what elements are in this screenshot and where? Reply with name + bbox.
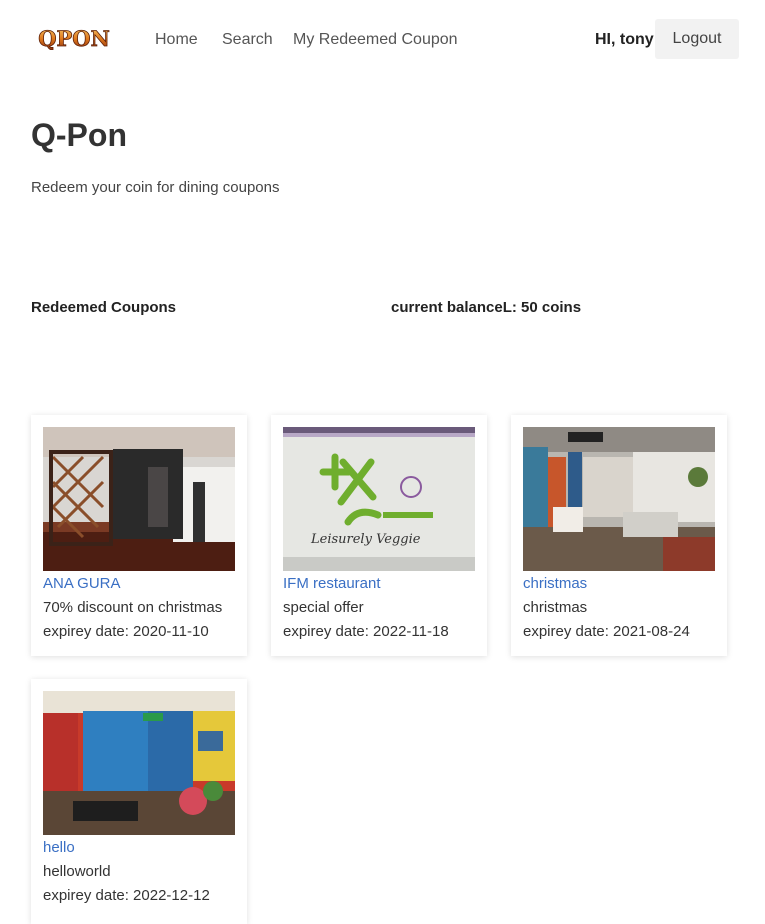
coupon-photo[interactable] — [43, 427, 235, 571]
coupon-expiry: expirey date: 2022-11-18 — [283, 623, 449, 640]
coupon-card: hello helloworld expirey date: 2022-12-1… — [31, 679, 247, 924]
qpon-logo-graphic: QPON — [38, 26, 110, 52]
user-greeting: HI, tony — [595, 31, 654, 48]
coupon-name-link[interactable]: IFM restaurant — [283, 575, 381, 593]
coupon-card: christmas christmas expirey date: 2021-0… — [511, 415, 727, 656]
coupon-expiry: expirey date: 2021-08-24 — [523, 623, 690, 640]
coupon-photo[interactable]: Leisurely Veggie — [283, 427, 475, 571]
coupon-expiry: expirey date: 2022-12-12 — [43, 887, 210, 904]
logo-text: QPON — [38, 28, 110, 50]
redeemed-coupons-heading: Redeemed Coupons — [31, 299, 177, 316]
coupon-photo[interactable] — [523, 427, 715, 571]
nav-home-link[interactable]: Home — [155, 31, 198, 49]
nav-search-link[interactable]: Search — [222, 31, 273, 49]
coupon-description: 70% discount on christmas — [43, 599, 223, 616]
top-navbar: QPON Home Search My Redeemed Coupon HI, … — [0, 0, 765, 80]
coupon-expiry: expirey date: 2020-11-10 — [43, 623, 209, 640]
coupon-name-link[interactable]: ANA GURA — [43, 575, 121, 593]
qpon-logo[interactable]: QPON — [22, 26, 126, 52]
coupon-name-link[interactable]: christmas — [523, 575, 587, 593]
logo-text: Leisurely Veggie — [310, 532, 421, 547]
coupon-description: helloworld — [43, 863, 111, 880]
coupon-name-link[interactable]: hello — [43, 839, 75, 857]
coupon-card: ANA GURA 70% discount on christmas expir… — [31, 415, 247, 656]
page-subtitle: Redeem your coin for dining coupons — [31, 179, 280, 196]
coupon-description: christmas — [523, 599, 588, 616]
logout-button[interactable]: Logout — [655, 19, 739, 59]
coupon-description: special offer — [283, 599, 364, 616]
coupon-card: Leisurely Veggie IFM restaurant special … — [271, 415, 487, 656]
coin-balance: current balanceL: 50 coins — [391, 299, 582, 316]
coupon-photo[interactable] — [43, 691, 235, 835]
nav-redeemed-coupon-link[interactable]: My Redeemed Coupon — [293, 31, 458, 49]
page-title: Q-Pon — [31, 117, 127, 153]
